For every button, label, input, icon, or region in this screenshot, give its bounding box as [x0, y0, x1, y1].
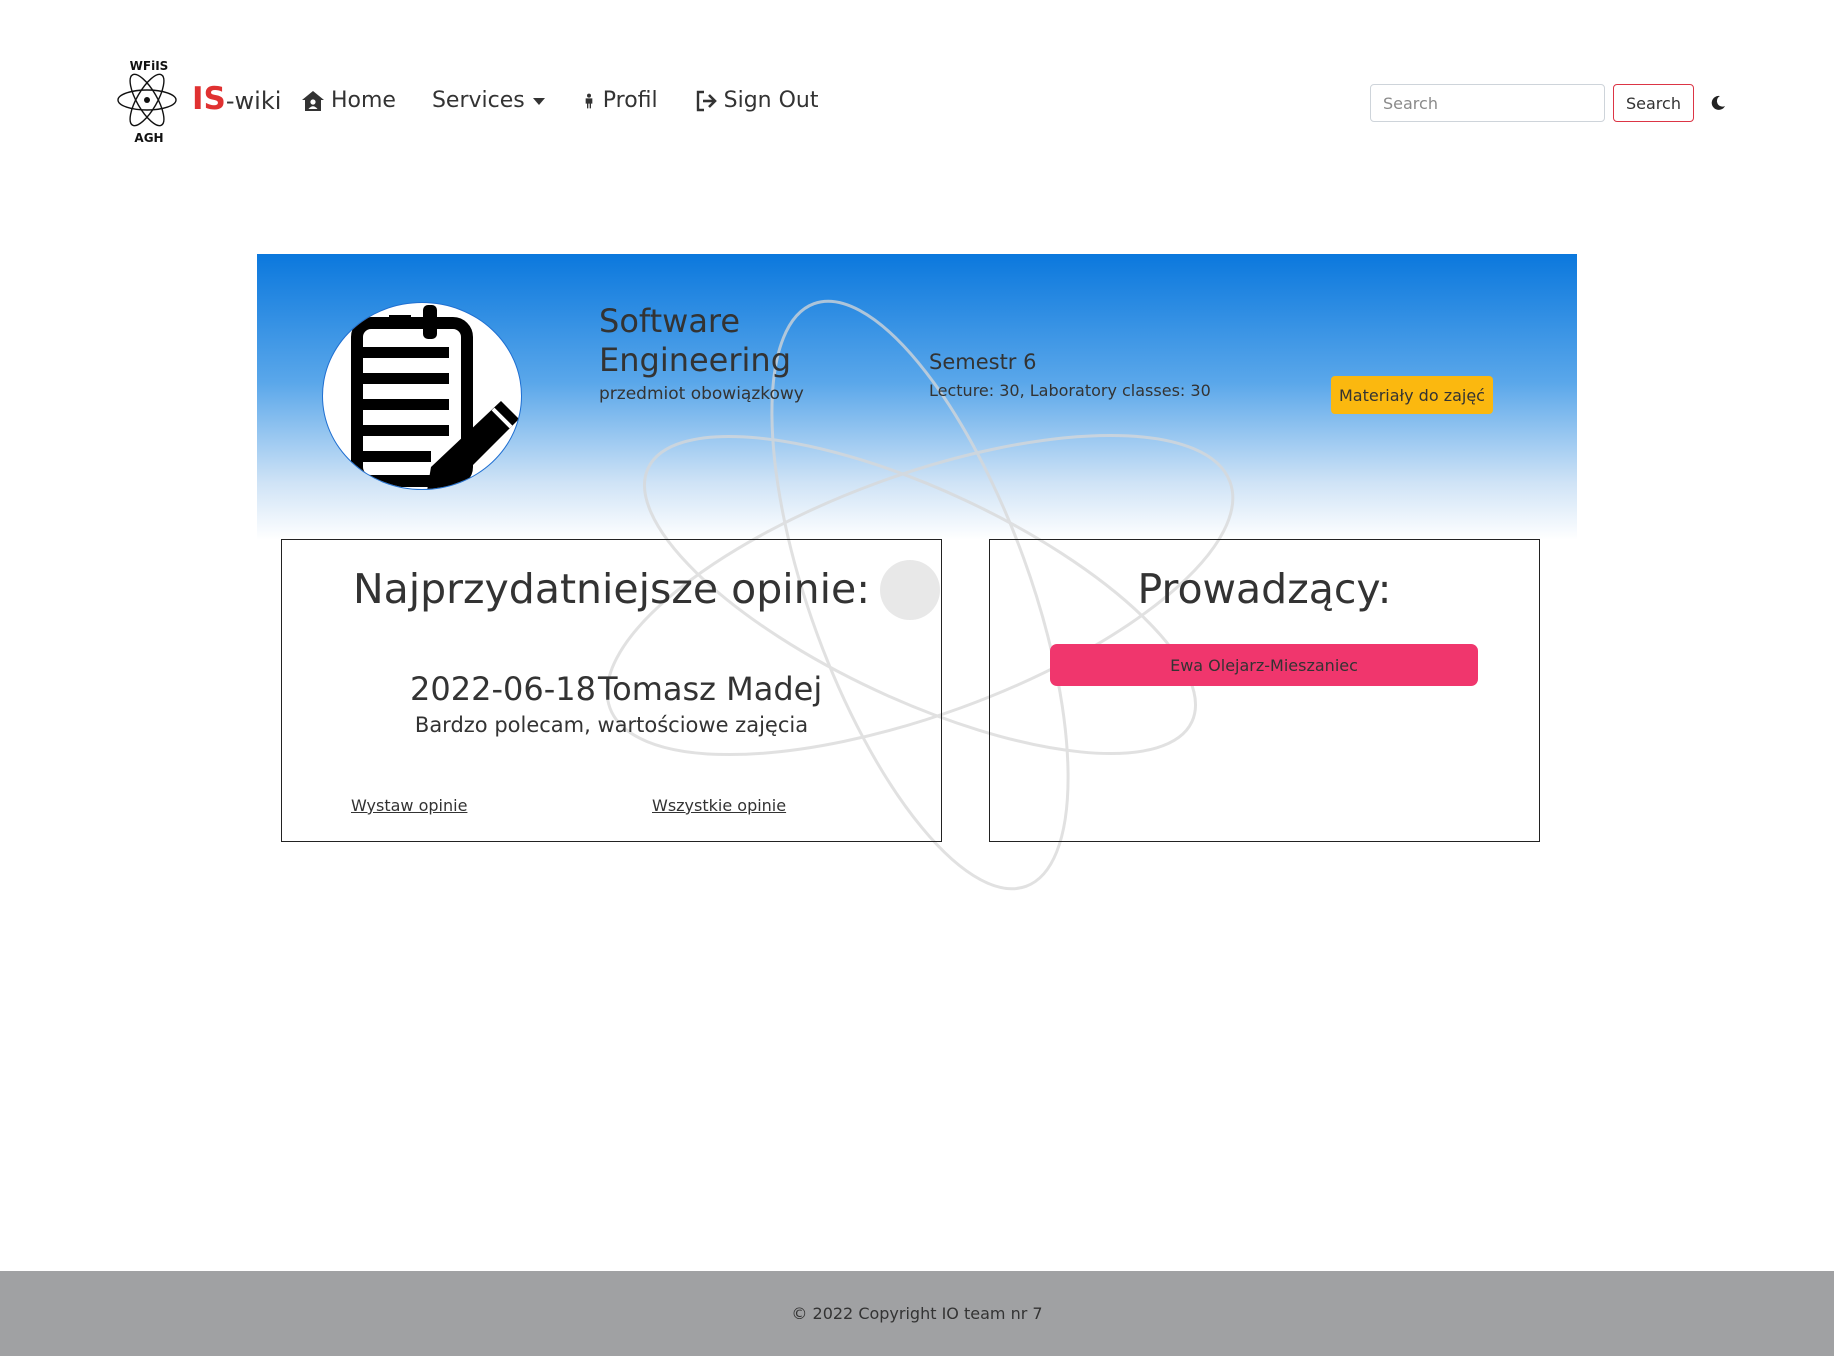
subject-type: przedmiot obowiązkowy: [599, 384, 804, 404]
nav-profil-label: Profil: [602, 88, 658, 113]
teachers-card: Prowadzący: Ewa Olejarz-Mieszaniec: [989, 539, 1540, 842]
nav-services-dropdown[interactable]: Services: [432, 88, 545, 113]
brand[interactable]: WFiIS AGH IS-wiki: [116, 58, 281, 146]
person-icon: [585, 93, 593, 108]
svg-text:AGH: AGH: [134, 131, 163, 145]
footer: © 2022 Copyright IO team nr 7: [0, 1271, 1834, 1356]
opinion-date: 2022-06-18: [410, 670, 596, 708]
nav-sign-out-label: Sign Out: [723, 88, 819, 113]
nav-links: Home Services Profil Sign Out: [301, 88, 819, 113]
materials-button[interactable]: Materiały do zajęć: [1331, 376, 1493, 414]
footer-copyright: © 2022 Copyright IO team nr 7: [791, 1304, 1043, 1323]
document-edit-icon: [322, 302, 522, 490]
opinions-card: Najprzydatniejsze opinie: 2022-06-18 Tom…: [281, 539, 942, 842]
opinion-text: Bardzo polecam, wartościowe zajęcia: [414, 713, 809, 737]
chevron-down-icon: [532, 98, 545, 105]
subject-title: Software Engineering: [599, 302, 791, 379]
brand-name-rest: -wiki: [225, 87, 282, 115]
opinion-author: Tomasz Madej: [598, 670, 823, 708]
sign-out-icon: [696, 90, 717, 111]
subject-semester: Semestr 6: [929, 350, 1037, 374]
nav-services-label: Services: [431, 88, 525, 113]
teacher-button[interactable]: Ewa Olejarz-Mieszaniec: [1050, 644, 1478, 686]
add-opinion-link[interactable]: Wystaw opinie: [351, 796, 467, 815]
all-opinions-link[interactable]: Wszystkie opinie: [652, 796, 786, 815]
search-input[interactable]: [1370, 84, 1605, 122]
svg-text:WFiIS: WFiIS: [130, 59, 169, 73]
subject-hours: Lecture: 30, Laboratory classes: 30: [929, 381, 1211, 400]
search-form: Search: [1370, 84, 1694, 122]
nav-home[interactable]: Home: [301, 88, 396, 113]
home-icon: [302, 90, 324, 111]
nav-sign-out[interactable]: Sign Out: [694, 88, 819, 113]
moon-icon[interactable]: [1709, 94, 1727, 112]
brand-name: IS-wiki: [192, 81, 281, 117]
navbar: WFiIS AGH IS-wiki Home Services Profil S…: [0, 0, 1834, 205]
atom-logo-icon: WFiIS AGH: [117, 59, 177, 145]
brand-name-accent: IS: [192, 81, 226, 117]
teachers-heading: Prowadzący:: [1137, 565, 1392, 613]
opinions-heading: Najprzydatniejsze opinie:: [352, 565, 871, 613]
nav-home-label: Home: [331, 88, 396, 113]
search-button[interactable]: Search: [1613, 84, 1694, 122]
nav-profil[interactable]: Profil: [581, 88, 658, 113]
